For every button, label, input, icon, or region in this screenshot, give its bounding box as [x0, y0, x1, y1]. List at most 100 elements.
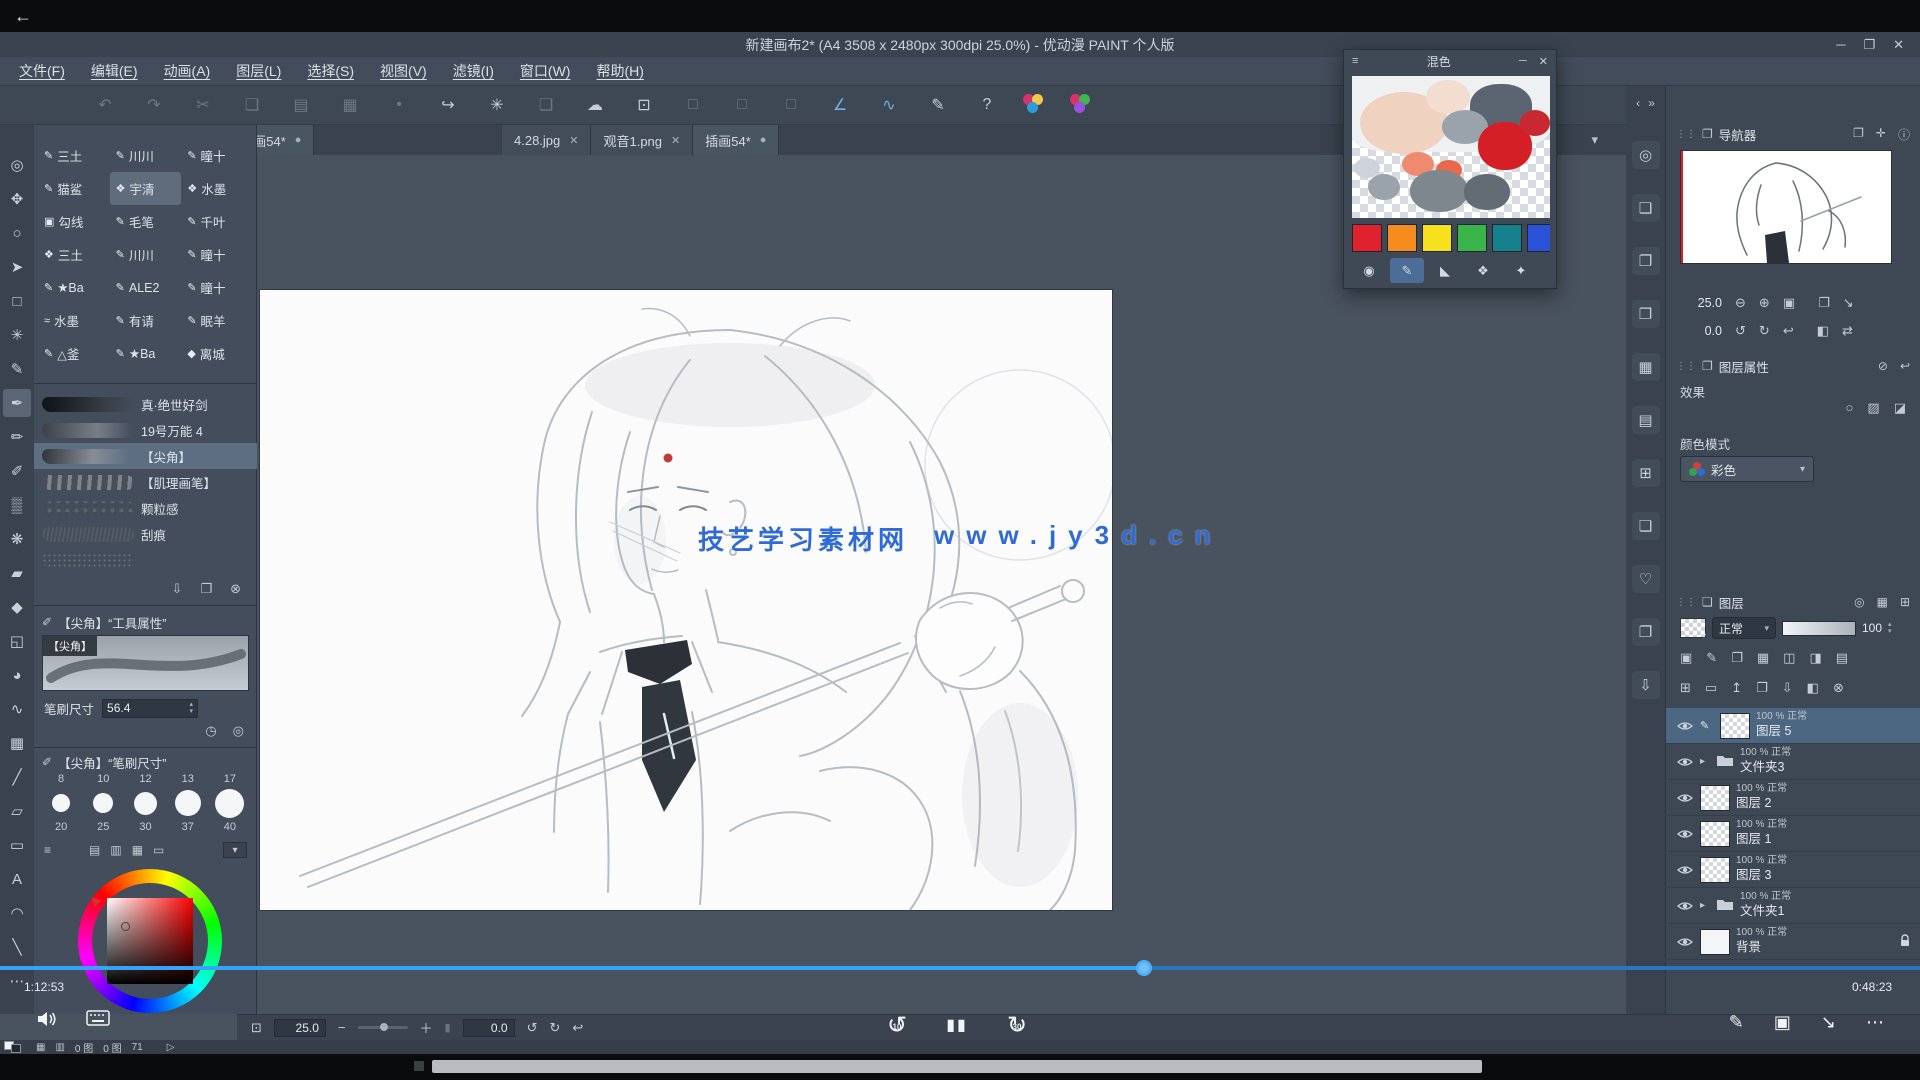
eye-icon[interactable]	[1676, 936, 1694, 948]
zoom-fullscreen-icon[interactable]: ↘	[1843, 295, 1854, 311]
subtool-item[interactable]: ✎ ★Ba	[110, 337, 182, 370]
layer-menu-icon[interactable]: ▦	[1877, 595, 1888, 609]
duplicate-icon[interactable]: ❏	[533, 92, 559, 118]
subtool-item[interactable]: ✎ 毛笔	[110, 205, 182, 238]
flip-horizontal-icon[interactable]: ◧	[1817, 323, 1829, 339]
panel-minimize-icon[interactable]: ─	[1519, 55, 1527, 68]
panel-tab-4-icon[interactable]: ▦	[1632, 353, 1660, 381]
status-rotate-cw-icon[interactable]: ↻	[549, 1020, 560, 1036]
menu-item[interactable]: 视图(V)	[367, 57, 440, 86]
eraser-tool[interactable]: ◱	[3, 627, 31, 655]
blend-mode-dropdown[interactable]: 正常 ▾	[1712, 617, 1776, 639]
subtool-item[interactable]: ▣ 勾线	[38, 205, 110, 238]
placeholder1-icon[interactable]: □	[680, 92, 706, 118]
brush-row[interactable]: 颗粒感	[34, 495, 257, 521]
brush-row[interactable]: 【肌理画笔】	[34, 469, 257, 495]
ruler-tool[interactable]: ╲	[3, 933, 31, 961]
zoom-slider[interactable]	[358, 1026, 408, 1029]
layer-row[interactable]: ✎ 100 % 正常 图层 5	[1666, 708, 1920, 744]
detail-settings-icon[interactable]: ◎	[233, 723, 244, 739]
mix-brush-icon[interactable]: ✎	[1390, 258, 1424, 283]
placeholder3-icon[interactable]: □	[778, 92, 804, 118]
airbrush-tool[interactable]: ▒	[3, 491, 31, 519]
import-subtool-icon[interactable]: ⇩	[172, 581, 183, 597]
panel-tab-1-icon[interactable]: ❏	[1632, 194, 1660, 222]
pen-tool-active[interactable]: ✒	[3, 389, 31, 417]
rotate-ccw-icon[interactable]: ↺	[1735, 323, 1746, 339]
panel-tab-7-icon[interactable]: ❏	[1632, 512, 1660, 540]
placeholder2-icon[interactable]: □	[729, 92, 755, 118]
panel-tab-6-icon[interactable]: ⊞	[1632, 459, 1660, 487]
delete-subtool-icon[interactable]: ⊗	[230, 581, 241, 597]
merge-up-icon[interactable]: ↥	[1731, 680, 1742, 696]
status-reset-icon[interactable]: ↩	[572, 1020, 583, 1036]
stepper-icons[interactable]: ▴ ▾	[190, 701, 194, 715]
subtool-item[interactable]: ❖ 水墨	[181, 172, 253, 205]
favorites-icon[interactable]: ♡	[1632, 565, 1660, 593]
soft-eraser-icon[interactable]: ☁	[582, 92, 608, 118]
zoom-actual-icon[interactable]: ❐	[1818, 295, 1830, 311]
download-icon[interactable]: ⇩	[1632, 671, 1660, 699]
tab-close-icon[interactable]: ✕	[671, 134, 680, 147]
subtool-item[interactable]: ✎ △釜	[38, 337, 110, 370]
color-swatch[interactable]	[1387, 224, 1417, 252]
sv-cursor[interactable]	[121, 922, 130, 931]
duplicate-layer-icon[interactable]: ❐	[1756, 680, 1768, 696]
eye-icon[interactable]	[1676, 792, 1694, 804]
view-list-icon[interactable]: ▤	[89, 843, 100, 857]
collapse-panel-icon[interactable]: ‹	[1636, 96, 1640, 110]
color-swatch[interactable]	[1492, 224, 1522, 252]
layer-row[interactable]: 100 % 正常 图层 1	[1666, 816, 1920, 852]
help-icon[interactable]: ?	[974, 92, 1000, 118]
guide-icon[interactable]: ▥	[55, 1042, 64, 1053]
layer-color-effect-icon[interactable]: ◪	[1894, 400, 1906, 416]
rotation-value-box[interactable]: 0.0	[463, 1019, 515, 1037]
crop-icon[interactable]: ⊡	[631, 92, 657, 118]
eyedropper-icon[interactable]: ✦	[1504, 258, 1538, 283]
eye-icon[interactable]	[1676, 864, 1694, 876]
size-preset[interactable]	[40, 787, 82, 819]
subtool-item[interactable]: ✎ 三土	[38, 139, 110, 172]
panel-tab-2-icon[interactable]: ❐	[1632, 247, 1660, 275]
redo-icon[interactable]: ↷	[141, 92, 167, 118]
mix-blob-icon[interactable]: ◉	[1352, 258, 1386, 283]
menu-item[interactable]: 编辑(E)	[78, 57, 151, 86]
menu-item[interactable]: 图层(L)	[223, 57, 294, 86]
zoom-out-icon[interactable]: −	[338, 1020, 346, 1035]
tone-effect-icon[interactable]: ▨	[1867, 400, 1879, 416]
palette-color-button[interactable]: ▾	[1680, 618, 1706, 638]
layer-thumbnail[interactable]	[1700, 785, 1730, 811]
delete-layer-icon[interactable]: ⊗	[1833, 680, 1844, 696]
move-tool[interactable]: ✥	[3, 185, 31, 213]
canvas[interactable]	[260, 290, 1112, 910]
nav-crosshair-icon[interactable]: ✛	[1876, 126, 1886, 143]
layer-thumbnail[interactable]	[1720, 713, 1750, 739]
auto-select-tool[interactable]: ✳	[3, 321, 31, 349]
brush-size-input[interactable]: 56.4 ▴ ▾	[102, 699, 198, 718]
dot-icon[interactable]: •	[386, 92, 412, 118]
gradient-tool[interactable]: ◆	[3, 593, 31, 621]
play-timeline-icon[interactable]: ▷	[167, 1042, 175, 1053]
subtool-item[interactable]: ◆ 离城	[181, 337, 253, 370]
eye-icon[interactable]	[1676, 828, 1694, 840]
operation-tool[interactable]: ➤	[3, 253, 31, 281]
panel-tab-8-icon[interactable]: ❐	[1632, 618, 1660, 646]
view-grid-icon[interactable]: ▥	[110, 843, 121, 857]
divide-frame-icon[interactable]: ◫	[1783, 650, 1795, 666]
zoom-in-icon[interactable]: ⊕	[1759, 295, 1770, 311]
close-icon[interactable]: ✕	[1893, 37, 1904, 53]
size-preset[interactable]	[209, 787, 251, 819]
zoom-tool[interactable]: ◎	[3, 151, 31, 179]
rotate-cw-icon[interactable]: ↻	[1759, 323, 1770, 339]
video-timeline[interactable]	[0, 966, 1920, 970]
keyboard-icon[interactable]	[86, 1010, 110, 1031]
subtool-item[interactable]: ✎ 瞳十	[181, 238, 253, 271]
paste-icon[interactable]: ▤	[288, 92, 314, 118]
color-mode-dropdown[interactable]: 彩色 ▾	[1680, 456, 1814, 482]
layer-search-icon[interactable]: ◎	[1854, 595, 1864, 609]
timeline-handle[interactable]	[1136, 960, 1152, 976]
merge-down-icon[interactable]: ⇩	[1782, 680, 1793, 696]
document-tab[interactable]: 4.28.jpg ✕	[502, 125, 591, 155]
color-wheel[interactable]	[78, 869, 222, 1013]
cut-icon[interactable]: ✂	[190, 92, 216, 118]
